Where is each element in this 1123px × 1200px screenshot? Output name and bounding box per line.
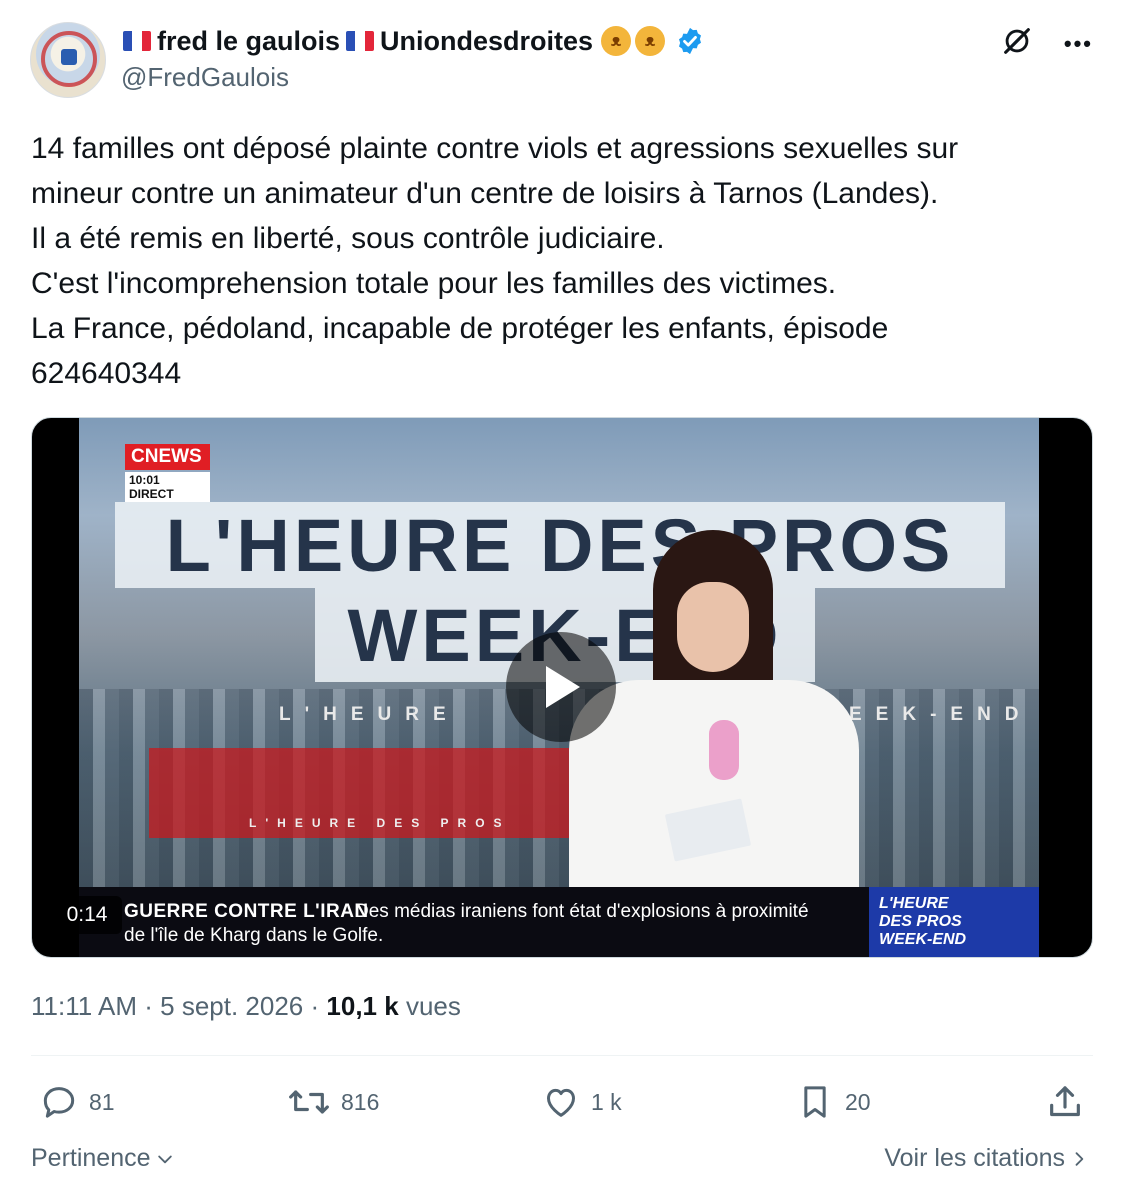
tweet-line: 14 familles ont déposé plainte contre vi…: [31, 132, 959, 165]
sort-dropdown[interactable]: Pertinence: [31, 1144, 175, 1173]
red-overlay-text: L'HEURE DES PROS: [249, 816, 511, 830]
tweet-line: 624640344: [31, 357, 182, 390]
tweet-time[interactable]: 11:11 AM: [31, 991, 137, 1021]
tweet-text: 14 familles ont déposé plainte contre vi…: [31, 126, 1081, 396]
views-label: vues: [405, 991, 461, 1021]
video-player[interactable]: CNEWS 10:01 DIRECT L'HEURE DES PROS WEEK…: [31, 417, 1093, 958]
share-button[interactable]: [1045, 1082, 1085, 1122]
bookmark-count: 20: [845, 1088, 871, 1115]
meta-separator: ·: [310, 991, 320, 1021]
show-title-line1: L'HEURE DES PROS: [115, 502, 1005, 588]
news-ticker: GUERRE CONTRE L'IRAN Des médias iraniens…: [79, 887, 1039, 957]
display-name-part1: fred le gaulois: [157, 25, 341, 56]
view-quotes-link[interactable]: Voir les citations: [884, 1144, 1089, 1173]
show-box: L'HEURE DES PROS WEEK-END: [869, 887, 1039, 957]
ticker-line2: de l'île de Kharg dans le Golfe.: [124, 925, 384, 946]
user-handle[interactable]: @FredGaulois: [121, 62, 289, 93]
presenter-jacket: [569, 680, 859, 890]
avatar-emblem: [61, 49, 77, 65]
overlay-text-left: L'HEURE: [279, 704, 460, 725]
chevron-down-icon: [157, 1155, 172, 1163]
french-flag-icon: [123, 31, 151, 51]
avatar[interactable]: [30, 22, 106, 98]
presenter-top: [709, 720, 739, 780]
divider: [31, 1055, 1093, 1056]
cat-face-icon: ᴥ: [635, 26, 666, 56]
play-button[interactable]: [506, 632, 616, 742]
heart-icon: [547, 1088, 575, 1117]
verified-badge-icon[interactable]: [675, 26, 705, 56]
repost-icon: [289, 1090, 329, 1114]
presenter-face: [677, 582, 749, 672]
show-box-line2: DES PROS: [879, 913, 962, 930]
sort-label: Pertinence: [31, 1144, 151, 1172]
channel-logo: CNEWS 10:01 DIRECT: [125, 444, 210, 502]
repost-count: 816: [341, 1088, 380, 1115]
play-icon: [546, 666, 580, 708]
views-count: 10,1 k: [326, 991, 399, 1021]
tweet-header-actions: •••: [1000, 24, 1093, 63]
meta-separator: ·: [144, 991, 153, 1021]
display-name[interactable]: fred le gaulois Uniondesdroites ᴥ ᴥ: [121, 24, 705, 58]
ticker-line1: Des médias iraniens font état d'explosio…: [355, 901, 809, 922]
bookmark-icon: [804, 1086, 826, 1118]
view-quotes-label: Voir les citations: [884, 1144, 1065, 1172]
cat-face-icon: ᴥ: [601, 26, 632, 56]
reply-count: 81: [89, 1088, 115, 1115]
tweet-line: Il a été remis en liberté, sous contrôle…: [31, 222, 665, 255]
bookmark-button[interactable]: 20: [795, 1082, 871, 1122]
reply-button[interactable]: 81: [39, 1082, 115, 1122]
broadcast-clock: 10:01 DIRECT: [125, 472, 210, 502]
reply-icon: [43, 1087, 75, 1118]
show-box-line3: WEEK-END: [879, 931, 967, 948]
tweet-meta: 11:11 AM · 5 sept. 2026 · 10,1 k vues: [31, 991, 461, 1022]
french-flag-icon: [346, 31, 375, 51]
more-options-icon[interactable]: •••: [1064, 32, 1093, 55]
channel-name: CNEWS: [125, 444, 210, 470]
action-bar: 81 816 1 k 20: [31, 1082, 1093, 1122]
like-button[interactable]: 1 k: [541, 1082, 622, 1122]
tweet-line: La France, pédoland, incapable de protég…: [31, 312, 889, 345]
tweet-line: mineur contre un animateur d'un centre d…: [31, 177, 939, 210]
video-duration: 0:14: [52, 896, 122, 934]
chevron-right-icon: [1075, 1151, 1084, 1166]
grok-icon[interactable]: [1000, 24, 1034, 63]
presenter: [569, 530, 859, 890]
display-name-part2: Uniondesdroites: [380, 25, 594, 56]
tweet-date[interactable]: 5 sept. 2026: [160, 991, 303, 1021]
repost-button[interactable]: 816: [287, 1082, 379, 1122]
show-box-line1: L'HEURE: [879, 895, 949, 912]
like-count: 1 k: [591, 1088, 622, 1115]
overlay-text-right: EEK-END: [849, 704, 1033, 725]
ticker-tag: GUERRE CONTRE L'IRAN: [124, 901, 369, 922]
share-icon: [1050, 1086, 1080, 1117]
tweet-line: C'est l'incomprehension totale pour les …: [31, 267, 837, 300]
